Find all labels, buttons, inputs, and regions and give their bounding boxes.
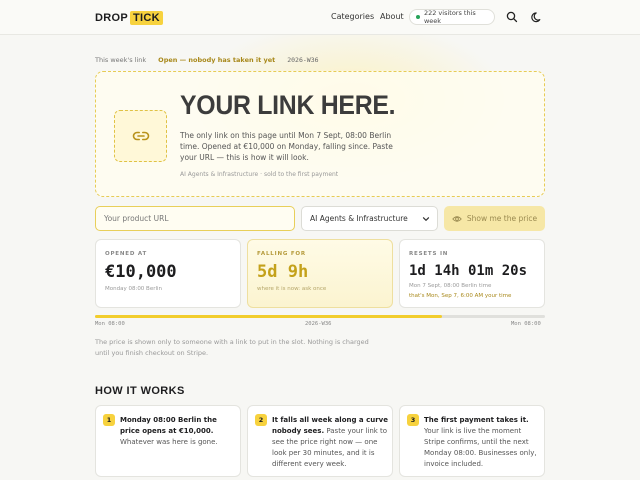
resets-in-value: 1d 14h 01m 20s <box>409 263 528 279</box>
week-progress-bar <box>95 315 545 318</box>
link-icon <box>132 131 149 141</box>
resets-in-local-time: that's Mon, Sep 7, 6:00 AM your time <box>409 293 512 299</box>
opened-at-value: €10,000 <box>105 262 177 282</box>
chevron-down-icon <box>422 217 430 221</box>
step-card-1: 1 Monday 08:00 Berlin the price opens at… <box>95 405 241 477</box>
logo[interactable]: DROP TICK <box>95 10 163 25</box>
logo-part-drop: DROP <box>95 11 128 24</box>
step-number: 3 <box>407 414 419 426</box>
product-url-input[interactable] <box>95 206 295 231</box>
category-selected-value: AI Agents & Infrastructure <box>310 214 408 223</box>
opened-at-label: OPENED AT <box>105 251 148 257</box>
open-status: Open — nobody has taken it yet <box>158 56 276 64</box>
falling-for-label: FALLING FOR <box>257 251 306 257</box>
category-select[interactable]: AI Agents & Infrastructure <box>301 206 438 231</box>
link-placeholder-box <box>114 110 167 162</box>
slot-title: YOUR LINK HERE. <box>180 90 396 120</box>
slot-description: The only link on this page until Mon 7 S… <box>180 131 393 162</box>
falling-for-card: FALLING FOR 5d 9h where it is now: ask o… <box>247 239 393 308</box>
week-status-row: This week's link Open — nobody has taken… <box>95 56 319 64</box>
show-price-button[interactable]: Show me the price <box>444 206 545 231</box>
how-it-works-title: HOW IT WORKS <box>95 385 185 397</box>
eye-icon <box>452 215 462 222</box>
moon-icon[interactable] <box>530 10 544 24</box>
week-progress-fill <box>95 315 442 318</box>
search-icon[interactable] <box>505 10 519 24</box>
progress-mid-label: 2026-W36 <box>305 321 332 327</box>
nav-categories[interactable]: Categories <box>331 12 374 21</box>
opened-at-card: OPENED AT €10,000 Monday 08:00 Berlin <box>95 239 241 308</box>
resets-in-sub: Mon 7 Sept, 08:00 Berlin time <box>409 283 492 289</box>
logo-part-tick: TICK <box>129 10 163 25</box>
step-body: Your link is live the moment Stripe conf… <box>424 427 537 468</box>
nav-about[interactable]: About <box>380 12 404 21</box>
link-slot-preview: YOUR LINK HERE. The only link on this pa… <box>95 71 545 197</box>
progress-end-label: Mon 08:00 <box>511 321 541 327</box>
step-text: Monday 08:00 Berlin the price opens at €… <box>120 415 236 448</box>
show-price-label: Show me the price <box>466 214 538 223</box>
progress-start-label: Mon 08:00 <box>95 321 125 327</box>
opened-at-sub: Monday 08:00 Berlin <box>105 286 163 292</box>
step-number: 1 <box>103 414 115 426</box>
falling-for-sub: where it is now: ask once <box>257 286 327 292</box>
visitors-count: 222 visitors this week <box>423 9 476 25</box>
online-dot-icon <box>416 15 420 19</box>
step-card-2: 2 It falls all week along a curve nobody… <box>247 405 393 477</box>
visitors-badge: 222 visitors this week <box>409 9 495 25</box>
week-code: 2026-W36 <box>287 56 319 64</box>
pricing-note: The price is shown only to someone with … <box>95 338 369 357</box>
slot-subtitle: AI Agents & Infrastructure · sold to the… <box>180 171 339 178</box>
step-card-3: 3 The first payment takes it. Your link … <box>399 405 545 477</box>
step-text: The first payment takes it. Your link is… <box>424 415 540 470</box>
step-number: 2 <box>255 414 267 426</box>
resets-in-label: RESETS IN <box>409 251 449 257</box>
falling-for-value: 5d 9h <box>257 262 309 282</box>
step-heading: Monday 08:00 Berlin the price opens at €… <box>120 416 217 435</box>
step-body: Whatever was here is gone. <box>120 438 218 446</box>
week-label: This week's link <box>95 56 147 64</box>
step-heading: The first payment takes it. <box>424 416 529 424</box>
step-text: It falls all week along a curve nobody s… <box>272 415 388 470</box>
top-bar: DROP TICK Categories About 222 visitors … <box>0 0 640 35</box>
resets-in-card: RESETS IN 1d 14h 01m 20s Mon 7 Sept, 08:… <box>399 239 545 308</box>
